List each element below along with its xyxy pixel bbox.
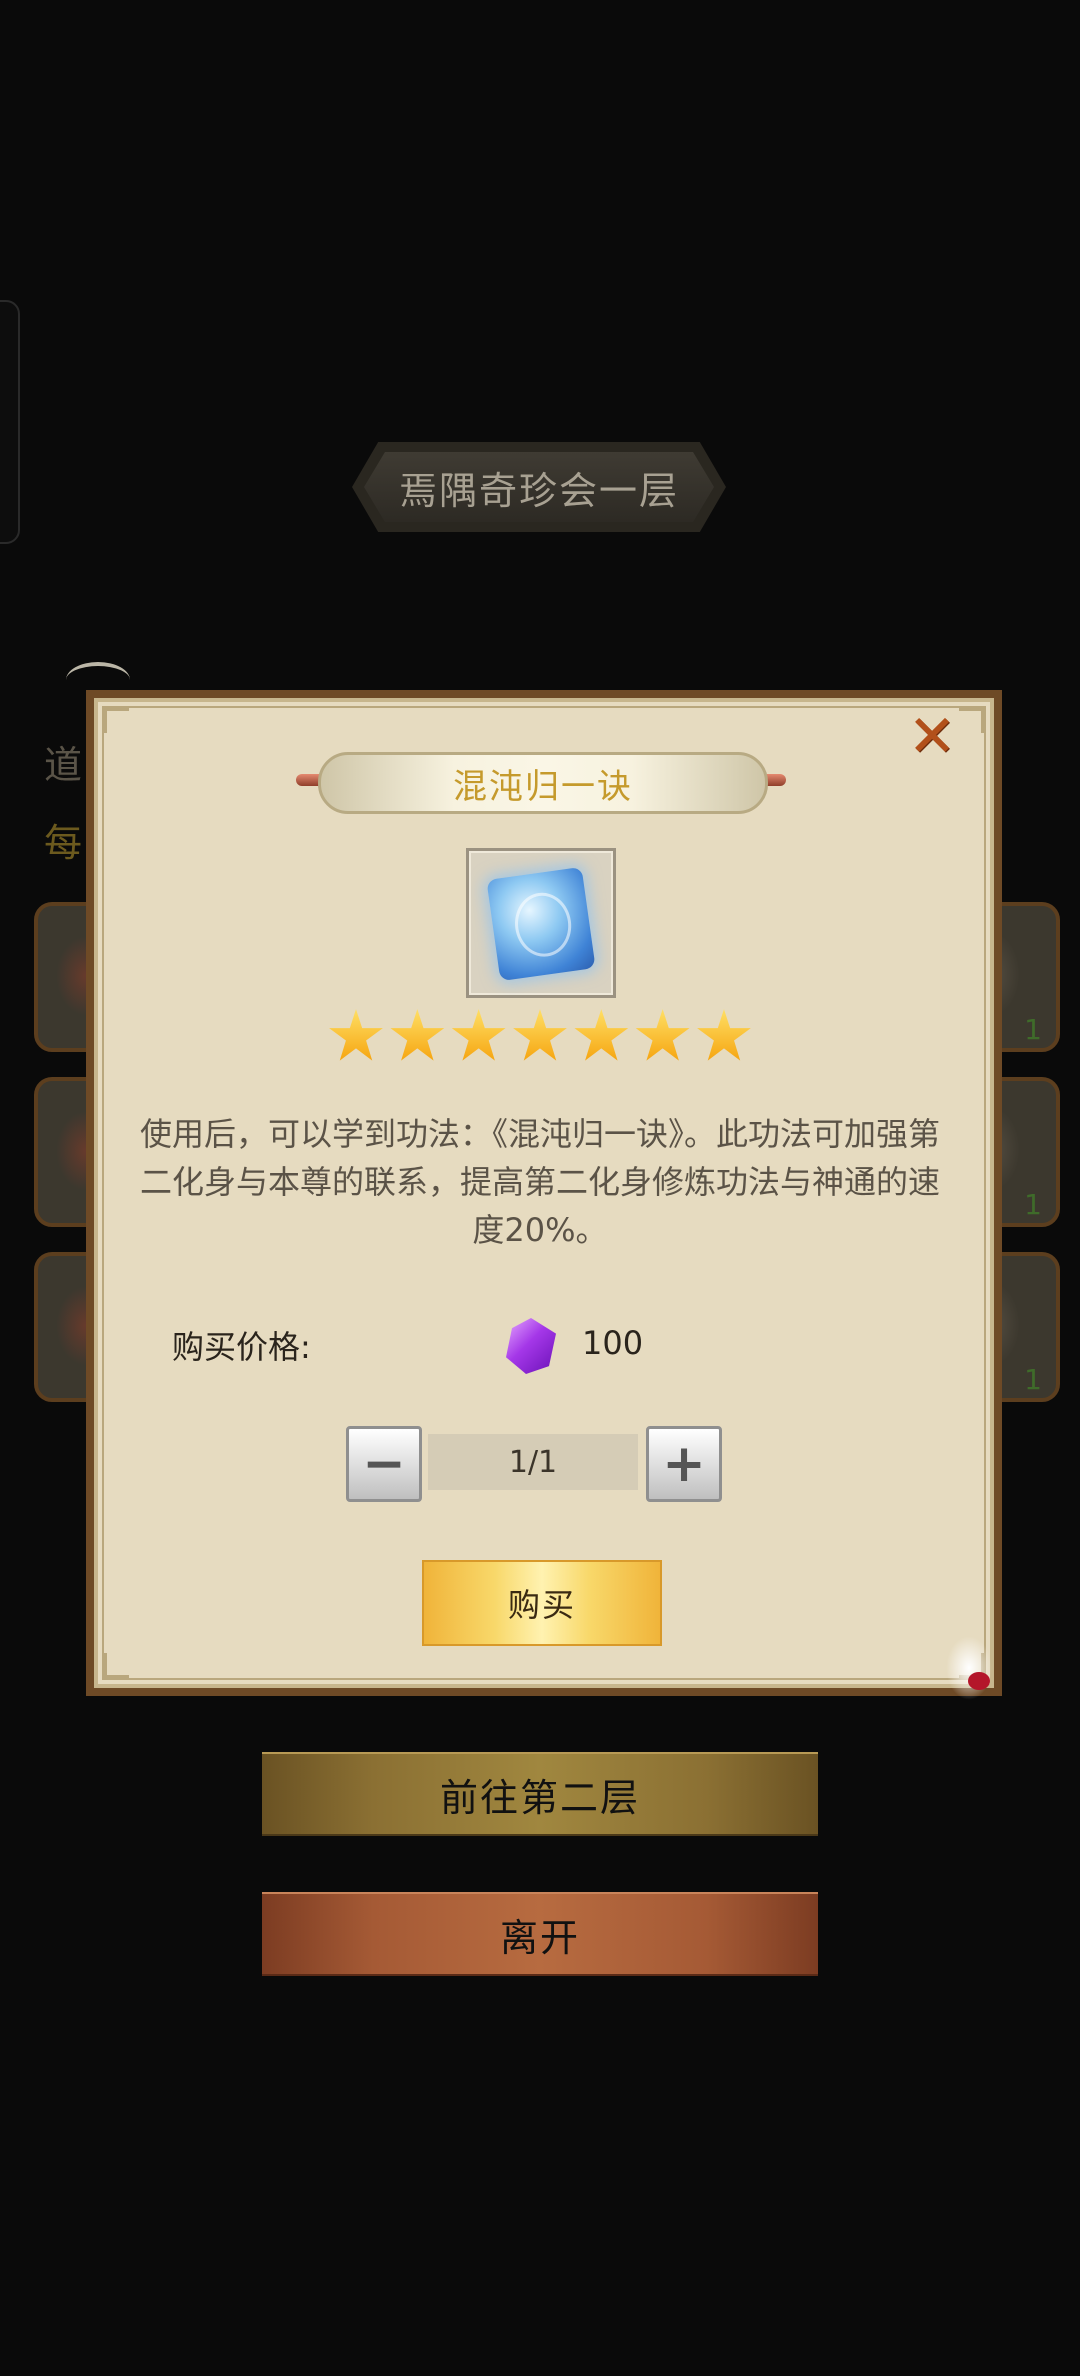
decrease-quantity-button[interactable]: − (346, 1426, 422, 1502)
star-icon (390, 1009, 445, 1061)
star-icon (513, 1009, 567, 1061)
cloud-ornament (66, 662, 130, 698)
sparkle-ornament-red (968, 1672, 990, 1690)
star-icon (635, 1009, 690, 1061)
page-title: 焉隅奇珍会一层 (364, 452, 714, 522)
star-rating (328, 1008, 752, 1066)
price-value: 100 (582, 1324, 644, 1362)
star-icon (697, 1009, 751, 1061)
item-count: 1 (1024, 1363, 1042, 1396)
increase-quantity-button[interactable]: + (646, 1426, 722, 1502)
item-icon-frame (466, 848, 616, 998)
quantity-field[interactable]: 1/1 (428, 1434, 638, 1490)
corner-ornament (959, 708, 984, 733)
star-icon (329, 1009, 383, 1061)
skill-book-icon (486, 866, 596, 982)
item-count: 1 (1024, 1013, 1042, 1046)
left-edge-tab (0, 300, 20, 544)
background-label-2: 每 (44, 821, 83, 865)
star-icon (574, 1009, 629, 1061)
corner-ornament (104, 708, 129, 733)
item-name-banner: 混沌归一诀 (318, 752, 768, 814)
book-swirl-pattern (510, 889, 576, 961)
leave-button[interactable]: 离开 (262, 1892, 818, 1976)
item-description: 使用后，可以学到功法：《混沌归一诀》。此功法可加强第二化身与本尊的联系，提高第二… (139, 1115, 940, 1249)
next-floor-button[interactable]: 前往第二层 (262, 1752, 818, 1836)
item-count: 1 (1024, 1188, 1042, 1221)
close-button[interactable]: ✕ (904, 707, 960, 765)
corner-ornament (104, 1653, 129, 1678)
price-label: 购买价格: (172, 1328, 311, 1366)
sparkle-ornament (946, 1636, 992, 1700)
buy-button[interactable]: 购买 (422, 1560, 662, 1646)
star-icon (451, 1009, 506, 1061)
background-label-1: 道 (44, 743, 83, 787)
